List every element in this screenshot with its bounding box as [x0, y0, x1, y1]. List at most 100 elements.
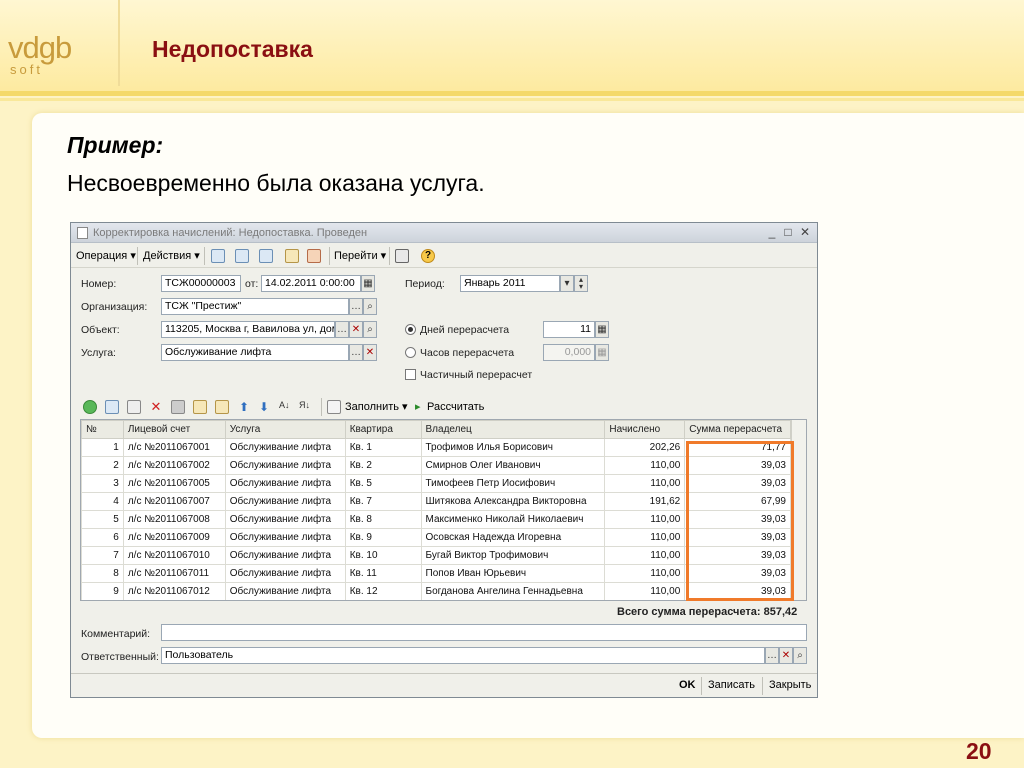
- close-button[interactable]: Закрыть: [769, 679, 811, 691]
- service-cell: Обслуживание лифта: [224, 546, 346, 565]
- calculate-button[interactable]: Рассчитать: [427, 399, 484, 415]
- toolbar-separator: [137, 247, 138, 265]
- column-header[interactable]: Сумма перерасчета: [684, 420, 791, 439]
- account-cell: л/с №2011067009: [122, 528, 226, 547]
- partial-checkbox[interactable]: [405, 369, 416, 380]
- owner-cell: Бугай Виктор Трофимович: [420, 546, 606, 565]
- sort-asc-icon[interactable]: A↓: [279, 400, 293, 414]
- operation-menu[interactable]: Операция ▾: [76, 248, 136, 264]
- select-button[interactable]: …: [765, 647, 779, 664]
- open-search-icon[interactable]: ⌕: [363, 298, 377, 315]
- document-icon: [77, 227, 88, 239]
- select-button[interactable]: …: [349, 344, 363, 361]
- toolbar-separator: [204, 247, 205, 265]
- ungroup-icon[interactable]: [215, 400, 229, 414]
- window-titlebar: Корректировка начислений: Недопоставка. …: [71, 223, 817, 243]
- delete-row-icon[interactable]: ✕: [149, 400, 163, 414]
- service-cell: Обслуживание лифта: [224, 582, 346, 600]
- edit-row-icon[interactable]: [127, 400, 141, 414]
- charged-cell: 191,62: [604, 492, 686, 511]
- example-text: Несвоевременно была оказана услуга.: [67, 170, 485, 196]
- open-search-icon[interactable]: ⌕: [793, 647, 807, 664]
- add-row-icon[interactable]: [83, 400, 97, 414]
- minimize-icon[interactable]: _: [765, 225, 779, 239]
- goto-menu[interactable]: Перейти ▾: [334, 248, 386, 264]
- window-footer: OK Записать Закрыть: [71, 673, 817, 697]
- table-icon[interactable]: [395, 249, 409, 263]
- owner-cell: Максименко Николай Николаевич: [420, 510, 606, 529]
- move-down-icon[interactable]: ⬇: [257, 400, 271, 414]
- report-icon[interactable]: [307, 249, 321, 263]
- row-number: 5: [81, 510, 124, 529]
- column-header[interactable]: №: [81, 420, 124, 439]
- service-field[interactable]: Обслуживание лифта: [161, 344, 349, 361]
- sort-desc-icon[interactable]: Я↓: [299, 400, 313, 414]
- account-cell: л/с №2011067010: [122, 546, 226, 565]
- clear-icon[interactable]: ✕: [779, 647, 793, 664]
- column-header[interactable]: Начислено: [604, 420, 686, 439]
- post-document-icon[interactable]: [211, 249, 225, 263]
- table-row[interactable]: 5 л/с №2011067008 Обслуживание лифта Кв. 8М…: [81, 510, 791, 529]
- row-number: 8: [81, 564, 124, 583]
- clear-icon[interactable]: ✕: [363, 344, 377, 361]
- account-cell: л/с №2011067002: [122, 456, 226, 475]
- copy-row-icon[interactable]: [105, 400, 119, 414]
- date-field[interactable]: 14.02.2011 0:00:00: [261, 275, 361, 292]
- fill-icon[interactable]: [327, 400, 341, 414]
- table-row[interactable]: 6 л/с №2011067009 Обслуживание лифта Кв. 9О…: [81, 528, 791, 547]
- clear-icon[interactable]: ✕: [349, 321, 363, 338]
- fill-button[interactable]: Заполнить ▾: [345, 399, 408, 415]
- table-row[interactable]: 4 л/с №2011067007 Обслуживание лифта Кв. 7Ш…: [81, 492, 791, 511]
- number-field[interactable]: ТСЖ00000003: [161, 275, 241, 292]
- period-field[interactable]: Январь 2011: [460, 275, 560, 292]
- group-icon[interactable]: [193, 400, 207, 414]
- table-row[interactable]: 9 л/с №2011067012 Обслуживание лифта Кв. 12…: [81, 582, 791, 600]
- column-header[interactable]: Квартира: [344, 420, 422, 439]
- period-label: Период:: [405, 278, 445, 290]
- actions-menu[interactable]: Действия ▾: [143, 248, 200, 264]
- maximize-icon[interactable]: □: [781, 225, 795, 239]
- days-radio[interactable]: [405, 324, 416, 335]
- hours-radio[interactable]: [405, 347, 416, 358]
- period-spin-icon[interactable]: ▴ ▾: [574, 275, 588, 292]
- help-icon[interactable]: ?: [421, 249, 435, 263]
- column-header[interactable]: Владелец: [420, 420, 606, 439]
- column-header[interactable]: Лицевой счет: [122, 420, 226, 439]
- organization-label: Организация:: [81, 301, 148, 313]
- days-field[interactable]: 11: [543, 321, 595, 338]
- calendar-icon[interactable]: ▦: [361, 275, 375, 292]
- close-icon[interactable]: ✕: [798, 225, 812, 239]
- flat-cell: Кв. 12: [344, 582, 422, 600]
- move-up-icon[interactable]: ⬆: [237, 400, 251, 414]
- responsible-field[interactable]: Пользователь: [161, 647, 765, 664]
- flat-cell: Кв. 9: [344, 528, 422, 547]
- calculator-icon[interactable]: ▦: [595, 344, 609, 361]
- hours-field[interactable]: 0,000: [543, 344, 595, 361]
- table-row[interactable]: 7 л/с №2011067010 Обслуживание лифта Кв. 10…: [81, 546, 791, 565]
- grid-toolbar: ✕ ⬆ ⬇ A↓ Я↓ Заполнить ▾ ▸ Рассчитать: [79, 396, 809, 418]
- select-button[interactable]: …: [349, 298, 363, 315]
- open-search-icon[interactable]: ⌕: [363, 321, 377, 338]
- structure-icon[interactable]: [285, 249, 299, 263]
- organization-field[interactable]: ТСЖ "Престиж": [161, 298, 349, 315]
- flat-cell: Кв. 8: [344, 510, 422, 529]
- table-row[interactable]: 2 л/с №2011067002 Обслуживание лифта Кв. 2С…: [81, 456, 791, 475]
- comment-label: Комментарий:: [81, 628, 151, 640]
- table-row[interactable]: 1 л/с №2011067001 Обслуживание лифта Кв. 1Т…: [81, 438, 791, 457]
- comment-field[interactable]: [161, 624, 807, 641]
- table-row[interactable]: 8 л/с №2011067011 Обслуживание лифта Кв. 11…: [81, 564, 791, 583]
- ok-button[interactable]: OK: [679, 679, 696, 691]
- column-header[interactable]: Услуга: [224, 420, 346, 439]
- recalc-total: Всего сумма перерасчета: 857,42: [617, 606, 798, 618]
- select-button[interactable]: …: [335, 321, 349, 338]
- save-row-icon[interactable]: [171, 400, 185, 414]
- object-field[interactable]: 113205, Москва г, Вавилова ул, дом: [161, 321, 335, 338]
- save-button[interactable]: Записать: [708, 679, 755, 691]
- copy-icon[interactable]: [259, 249, 273, 263]
- service-cell: Обслуживание лифта: [224, 474, 346, 493]
- object-label: Объект:: [81, 324, 120, 336]
- table-row[interactable]: 3 л/с №2011067005 Обслуживание лифта Кв. 5Т…: [81, 474, 791, 493]
- period-dropdown-icon[interactable]: ▾: [560, 275, 574, 292]
- refresh-icon[interactable]: [235, 249, 249, 263]
- calculator-icon[interactable]: ▦: [595, 321, 609, 338]
